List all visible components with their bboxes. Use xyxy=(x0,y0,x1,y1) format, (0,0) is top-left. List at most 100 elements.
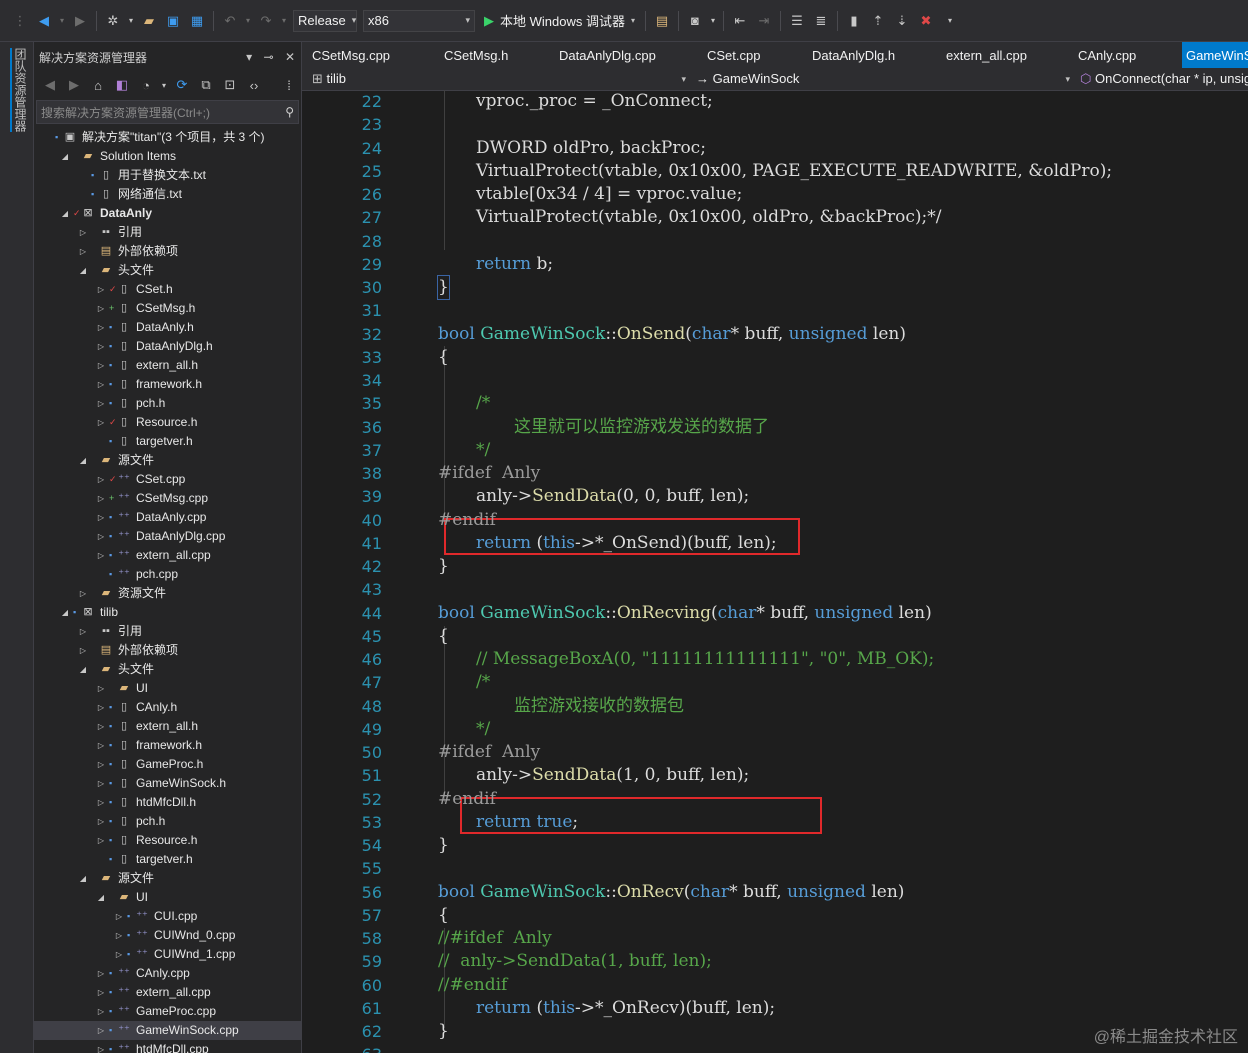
tree-node[interactable]: ▷ ▪ ⁺⁺ extern_all.cpp xyxy=(34,983,301,1002)
collapsed-arrow-icon[interactable]: ▷ xyxy=(96,831,106,850)
show-all-files-icon[interactable]: ⊡ xyxy=(221,74,239,96)
back-icon[interactable]: ◀ xyxy=(35,10,53,32)
tree-node[interactable]: ◢ ▰ 头文件 xyxy=(34,261,301,280)
tree-node[interactable]: ◢ ▰ 源文件 xyxy=(34,869,301,888)
tree-node[interactable]: ▷ ▪ ▯ Resource.h xyxy=(34,831,301,850)
collapsed-arrow-icon[interactable]: ▷ xyxy=(96,793,106,812)
tree-node[interactable]: ▷ ✓ ▯ Resource.h xyxy=(34,413,301,432)
undo-dropdown-icon[interactable]: ▾ xyxy=(245,10,251,32)
redo-dropdown-icon[interactable]: ▾ xyxy=(281,10,287,32)
collapsed-arrow-icon[interactable]: ▷ xyxy=(96,470,106,489)
tree-node[interactable]: ▷ ▪ ⁺⁺ GameWinSock.cpp xyxy=(34,1021,301,1040)
tree-node[interactable]: ▷ ✓ ▯ CSet.h xyxy=(34,280,301,299)
back-dropdown-icon[interactable]: ▾ xyxy=(59,10,65,32)
tree-node[interactable]: ▷ ▪ ▯ extern_all.h xyxy=(34,356,301,375)
collapsed-arrow-icon[interactable]: ▷ xyxy=(96,337,106,356)
tree-node[interactable]: ▪ ▯ 用于替换文本.txt xyxy=(34,166,301,185)
tree-node[interactable]: ▪ ⁺⁺ pch.cpp xyxy=(34,565,301,584)
tree-node[interactable]: ◢ ▰ UI xyxy=(34,888,301,907)
more-icon[interactable]: ⁞ xyxy=(280,74,298,96)
search-input[interactable]: 搜索解决方案资源管理器(Ctrl+;) ⚲ xyxy=(36,100,299,124)
save-icon[interactable]: ▣ xyxy=(164,10,182,32)
collapsed-arrow-icon[interactable]: ▷ xyxy=(96,698,106,717)
tree-node[interactable]: ◢ ▪ ⊠ tilib xyxy=(34,603,301,622)
tree-node[interactable]: ▷ ▪ ▯ DataAnlyDlg.h xyxy=(34,337,301,356)
collapsed-arrow-icon[interactable]: ▷ xyxy=(96,717,106,736)
code-view-icon[interactable]: ‹› xyxy=(245,74,263,96)
expanded-arrow-icon[interactable]: ◢ xyxy=(60,204,70,223)
editor-tab[interactable]: CAnly.cpp xyxy=(1078,42,1136,68)
screenshot-icon[interactable]: ◙ xyxy=(686,10,704,32)
tree-node[interactable]: ▷ ▰ UI xyxy=(34,679,301,698)
tree-node[interactable]: ▷ ▪ ▯ DataAnly.h xyxy=(34,318,301,337)
expanded-arrow-icon[interactable]: ◢ xyxy=(78,660,88,679)
screenshot-dropdown-icon[interactable]: ▾ xyxy=(710,10,716,32)
comment-icon[interactable]: ☰ xyxy=(788,10,806,32)
collapsed-arrow-icon[interactable]: ▷ xyxy=(96,1021,106,1040)
collapsed-arrow-icon[interactable]: ▷ xyxy=(96,489,106,508)
tree-node[interactable]: ▷ ▪ ⁺⁺ CAnly.cpp xyxy=(34,964,301,983)
prev-bookmark-icon[interactable]: ⇡ xyxy=(869,10,887,32)
forward-icon[interactable]: ▶ xyxy=(65,74,83,96)
tree-node[interactable]: ▷ ▪ ▯ pch.h xyxy=(34,394,301,413)
tree-node[interactable]: ▷ ▪ ▯ CAnly.h xyxy=(34,698,301,717)
collapsed-arrow-icon[interactable]: ▷ xyxy=(96,375,106,394)
code-area[interactable]: 22 vproc._proc = _OnConnect; 23 24 DWORD old… xyxy=(302,90,1248,1053)
sync-icon[interactable]: ⟳ xyxy=(173,74,191,96)
undo-icon[interactable]: ↶ xyxy=(221,10,239,32)
tree-node[interactable]: ▷ ▪ ⁺⁺ CUIWnd_0.cpp xyxy=(34,926,301,945)
collapsed-arrow-icon[interactable]: ▷ xyxy=(96,812,106,831)
configuration-select[interactable]: Release ▾ xyxy=(293,9,357,32)
team-explorer-tab[interactable]: 团队资源管理器 xyxy=(10,48,27,132)
tree-node[interactable]: ◢ ✓ ⊠ DataAnly xyxy=(34,204,301,223)
pin-icon[interactable]: ⊸ xyxy=(264,50,274,64)
collapsed-arrow-icon[interactable]: ▷ xyxy=(96,964,106,983)
tree-node[interactable]: ▷ ▰ 资源文件 xyxy=(34,584,301,603)
tree-node[interactable]: ▷ ▪ ▯ GameProc.h xyxy=(34,755,301,774)
editor-tab[interactable]: GameWinS xyxy=(1182,42,1248,68)
toolbar-overflow-icon[interactable]: ▾ xyxy=(941,10,959,32)
switch-views-icon[interactable]: ◧ xyxy=(113,74,131,96)
bookmark-icon[interactable]: ▮ xyxy=(845,10,863,32)
tree-node[interactable]: ▷ ✓ ⁺⁺ CSet.cpp xyxy=(34,470,301,489)
collapsed-arrow-icon[interactable]: ▷ xyxy=(114,945,124,964)
new-project-icon[interactable]: ✲ xyxy=(104,10,122,32)
tree-node[interactable]: ▷ ▪ ▯ framework.h xyxy=(34,736,301,755)
collapsed-arrow-icon[interactable]: ▷ xyxy=(78,584,88,603)
save-all-icon[interactable]: ▦ xyxy=(188,10,206,32)
editor-tab[interactable]: extern_all.cpp xyxy=(946,42,1027,68)
collapsed-arrow-icon[interactable]: ▷ xyxy=(96,679,106,698)
tree-node[interactable]: ▷ ▪ ▯ htdMfcDll.h xyxy=(34,793,301,812)
tree-node[interactable]: ▪ ▯ targetver.h xyxy=(34,432,301,451)
expanded-arrow-icon[interactable]: ◢ xyxy=(78,869,88,888)
open-folder-icon[interactable]: ▰ xyxy=(140,10,158,32)
tree-node[interactable]: ▷ ▪ ▯ GameWinSock.h xyxy=(34,774,301,793)
expanded-arrow-icon[interactable]: ◢ xyxy=(78,261,88,280)
close-icon[interactable]: ✕ xyxy=(285,50,295,64)
indent-icon[interactable]: ⇥ xyxy=(755,10,773,32)
tree-node[interactable]: ▪ ▯ targetver.h xyxy=(34,850,301,869)
clear-bookmarks-icon[interactable]: ✖ xyxy=(917,10,935,32)
back-icon[interactable]: ◀ xyxy=(41,74,59,96)
home-icon[interactable]: ⌂ xyxy=(89,74,107,96)
tree-node[interactable]: ◢ ▰ 头文件 xyxy=(34,660,301,679)
member-dropdown[interactable]: ⬡ OnConnect(char * ip, unsig xyxy=(1080,69,1248,89)
collapsed-arrow-icon[interactable]: ▷ xyxy=(78,242,88,261)
collapsed-arrow-icon[interactable]: ▷ xyxy=(96,546,106,565)
tree-node[interactable]: ▷ ▪▪ 引用 xyxy=(34,223,301,242)
expanded-arrow-icon[interactable]: ◢ xyxy=(96,888,106,907)
collapsed-arrow-icon[interactable]: ▷ xyxy=(96,1040,106,1053)
browse-folder-icon[interactable]: ▤ xyxy=(653,10,671,32)
collapsed-arrow-icon[interactable]: ▷ xyxy=(96,508,106,527)
tree-node[interactable]: ▷ ▪ ▯ pch.h xyxy=(34,812,301,831)
collapsed-arrow-icon[interactable]: ▷ xyxy=(96,413,106,432)
tree-node[interactable]: ◢ ▰ 源文件 xyxy=(34,451,301,470)
collapsed-arrow-icon[interactable]: ▷ xyxy=(96,356,106,375)
editor-tab[interactable]: CSet.cpp xyxy=(707,42,760,68)
collapsed-arrow-icon[interactable]: ▷ xyxy=(96,318,106,337)
expanded-arrow-icon[interactable]: ◢ xyxy=(60,147,70,166)
scope-dropdown[interactable]: → GameWinSock ▾ xyxy=(696,69,1072,89)
redo-icon[interactable]: ↷ xyxy=(257,10,275,32)
tree-node[interactable]: ▷ + ⁺⁺ CSetMsg.cpp xyxy=(34,489,301,508)
collapsed-arrow-icon[interactable]: ▷ xyxy=(96,983,106,1002)
